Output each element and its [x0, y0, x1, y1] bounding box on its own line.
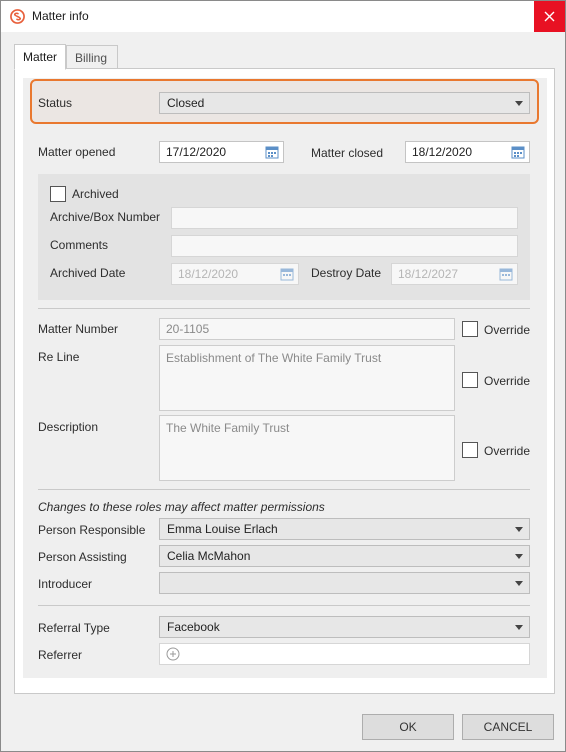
matter-closed-label: Matter closed — [311, 146, 384, 160]
status-value: Closed — [167, 96, 205, 110]
matter-closed-value: 18/12/2020 — [412, 145, 473, 159]
matter-opened-field[interactable]: 17/12/2020 — [159, 141, 284, 163]
roles-note: Changes to these roles may affect matter… — [38, 500, 325, 514]
referral-type-select[interactable]: Facebook — [159, 616, 530, 638]
chevron-down-icon — [515, 581, 523, 586]
matter-opened-value: 17/12/2020 — [166, 145, 227, 159]
override-label: Override — [484, 444, 531, 458]
calendar-icon[interactable] — [265, 145, 279, 159]
description-override-checkbox[interactable] — [462, 442, 478, 458]
archived-checkbox[interactable] — [50, 186, 66, 202]
matter-number-override-checkbox[interactable] — [462, 321, 478, 337]
destroy-date-value: 18/12/2027 — [398, 267, 459, 281]
introducer-label: Introducer — [38, 577, 93, 591]
person-responsible-value: Emma Louise Erlach — [167, 522, 278, 536]
archived-date-field[interactable]: 18/12/2020 — [171, 263, 299, 285]
person-responsible-label: Person Responsible — [38, 523, 146, 537]
matter-closed-field[interactable]: 18/12/2020 — [405, 141, 530, 163]
referral-type-value: Facebook — [167, 620, 220, 634]
chevron-down-icon — [515, 554, 523, 559]
app-logo-icon — [10, 9, 25, 24]
calendar-icon[interactable] — [280, 267, 294, 281]
tab-billing[interactable]: Billing — [66, 45, 118, 69]
comments-input[interactable] — [171, 235, 518, 257]
matter-opened-label: Matter opened — [38, 145, 116, 159]
divider — [38, 308, 530, 309]
archived-label: Archived — [72, 187, 119, 201]
chevron-down-icon — [515, 101, 523, 106]
matter-info-dialog: Matter info Matter Billing Status Closed… — [0, 0, 566, 752]
person-assisting-value: Celia McMahon — [167, 549, 251, 563]
close-icon — [544, 11, 555, 22]
matter-number-label: Matter Number — [38, 322, 119, 336]
matter-number-field[interactable]: 20-1105 — [159, 318, 455, 340]
comments-label: Comments — [50, 238, 109, 252]
introducer-select[interactable] — [159, 572, 530, 594]
divider — [38, 605, 530, 606]
reline-label: Re Line — [38, 350, 80, 364]
reline-field[interactable]: Establishment of The White Family Trust — [159, 345, 455, 411]
destroy-date-label: Destroy Date — [311, 266, 382, 280]
add-icon[interactable] — [166, 647, 180, 661]
archived-date-label: Archived Date — [50, 266, 126, 280]
chevron-down-icon — [515, 527, 523, 532]
window-title: Matter info — [32, 9, 89, 23]
divider — [38, 489, 530, 490]
archive-box-label: Archive/Box Number — [50, 210, 161, 224]
archived-date-value: 18/12/2020 — [178, 267, 239, 281]
destroy-date-field[interactable]: 18/12/2027 — [391, 263, 518, 285]
close-button[interactable] — [534, 1, 565, 32]
ok-button[interactable]: OK — [362, 714, 454, 740]
calendar-icon[interactable] — [511, 145, 525, 159]
title-bar: Matter info — [1, 1, 565, 32]
reline-override-checkbox[interactable] — [462, 372, 478, 388]
status-label: Status — [38, 96, 73, 110]
status-select[interactable]: Closed — [159, 92, 530, 114]
chevron-down-icon — [515, 625, 523, 630]
description-label: Description — [38, 420, 99, 434]
archive-box-input[interactable] — [171, 207, 518, 229]
referrer-label: Referrer — [38, 648, 83, 662]
person-responsible-select[interactable]: Emma Louise Erlach — [159, 518, 530, 540]
description-field[interactable]: The White Family Trust — [159, 415, 455, 481]
tab-matter[interactable]: Matter — [14, 44, 66, 70]
calendar-icon[interactable] — [499, 267, 513, 281]
referral-type-label: Referral Type — [38, 621, 110, 635]
override-label: Override — [484, 374, 531, 388]
referrer-field[interactable] — [159, 643, 530, 665]
cancel-button[interactable]: CANCEL — [462, 714, 554, 740]
person-assisting-select[interactable]: Celia McMahon — [159, 545, 530, 567]
override-label: Override — [484, 323, 531, 337]
person-assisting-label: Person Assisting — [38, 550, 127, 564]
